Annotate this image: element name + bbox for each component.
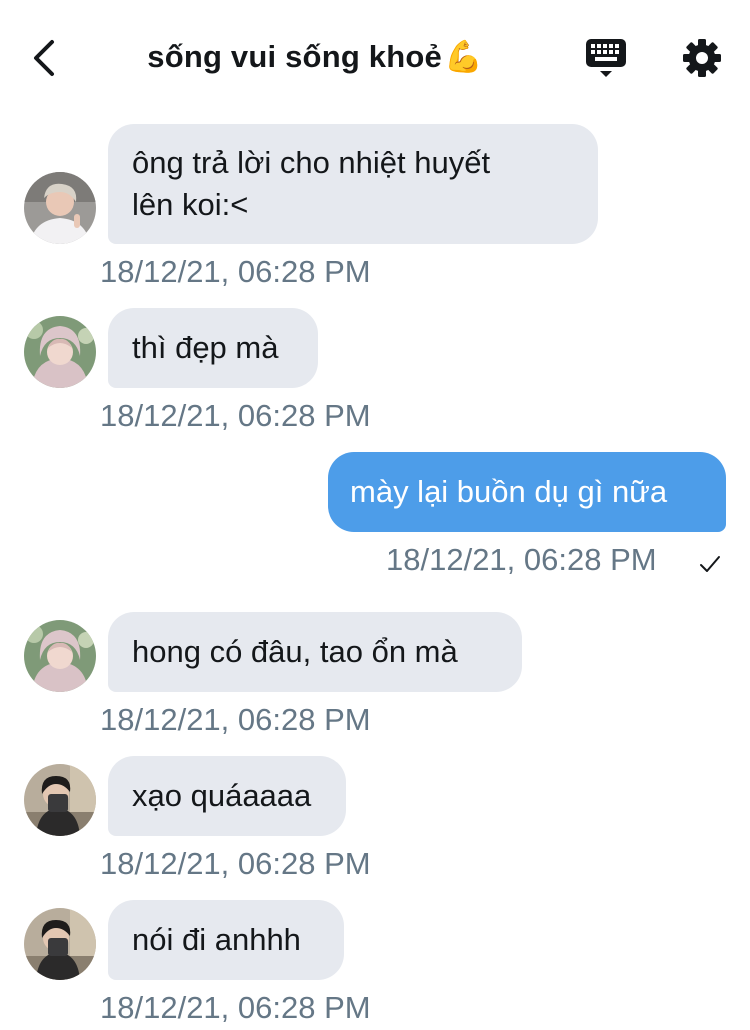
avatar[interactable]	[24, 908, 96, 980]
message-timestamp: 18/12/21, 06:28 PM	[100, 990, 371, 1025]
message-bubble[interactable]: nói đi anhhh	[108, 900, 344, 980]
conversation-title: sống vui sống khoẻ💪	[0, 38, 630, 75]
conversation-title-text: sống vui sống khoẻ	[147, 39, 442, 74]
user-avatar-2	[24, 316, 96, 388]
message-bubble[interactable]: thì đẹp mà	[108, 308, 318, 388]
message-timestamp: 18/12/21, 06:28 PM	[386, 542, 657, 577]
message-timestamp: 18/12/21, 06:28 PM	[100, 702, 371, 737]
message-line: lên koi:<	[132, 187, 249, 222]
message-bubble[interactable]: mày lại buồn dụ gì nữa	[328, 452, 726, 532]
user-avatar-1	[24, 172, 96, 244]
message-line: thì đẹp mà	[132, 330, 279, 365]
message-line: ông trả lời cho nhiệt huyết	[132, 145, 491, 180]
message-line: xạo quáaaaa	[132, 778, 312, 813]
message-timestamp: 18/12/21, 06:28 PM	[100, 254, 371, 289]
message-line: nói đi anhhh	[132, 922, 301, 957]
message-bubble[interactable]: ông trả lời cho nhiệt huyết lên koi:<	[108, 124, 598, 244]
checkmark-icon	[700, 556, 720, 572]
message-bubble[interactable]: xạo quáaaaa	[108, 756, 346, 836]
avatar[interactable]	[24, 316, 96, 388]
keyboard-button[interactable]	[584, 36, 628, 80]
gear-icon	[683, 39, 721, 77]
avatar[interactable]	[24, 764, 96, 836]
avatar[interactable]	[24, 172, 96, 244]
message-bubble[interactable]: hong có đâu, tao ổn mà	[108, 612, 522, 692]
flexed-biceps-emoji: 💪	[443, 39, 483, 75]
user-avatar-3	[24, 764, 96, 836]
user-avatar-3	[24, 908, 96, 980]
keyboard-icon	[586, 39, 626, 77]
message-line: hong có đâu, tao ổn mà	[132, 634, 458, 669]
message-line: mày lại buồn dụ gì nữa	[350, 474, 668, 509]
settings-button[interactable]	[680, 36, 724, 80]
message-timestamp: 18/12/21, 06:28 PM	[100, 846, 371, 881]
message-timestamp: 18/12/21, 06:28 PM	[100, 398, 371, 433]
user-avatar-2	[24, 620, 96, 692]
conversation-header: sống vui sống khoẻ💪	[0, 0, 750, 110]
avatar[interactable]	[24, 620, 96, 692]
